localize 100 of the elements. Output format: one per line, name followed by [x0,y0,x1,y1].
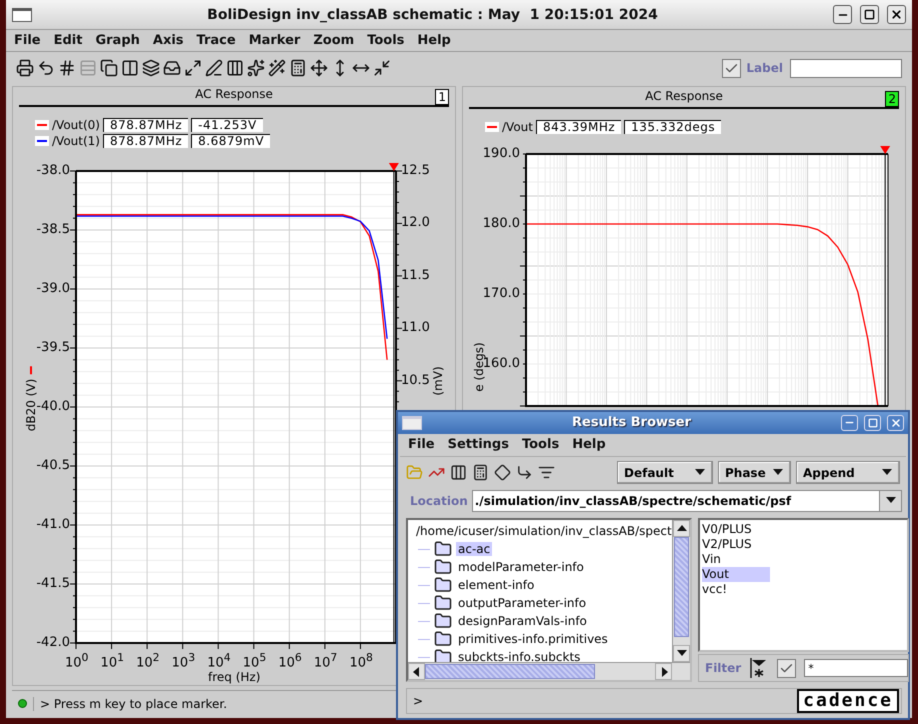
tick-label: 10$^{1}$ [100,650,124,672]
filter-label: Filter [705,661,742,675]
signal-item[interactable]: Vout [702,567,770,582]
pen-icon[interactable] [205,59,223,77]
calculator-icon[interactable] [472,464,489,482]
checkbox-label: Label [746,61,783,75]
tick-label: -41.0 [36,517,70,533]
marker-value: 135.332degs [624,120,722,134]
columns-icon[interactable] [226,59,244,77]
tree-item[interactable]: subckts-info.subckts [456,650,582,662]
close-button[interactable] [887,5,906,24]
menu-item[interactable]: File [408,437,435,452]
columns-icon[interactable] [450,464,467,482]
marker-value: 8.6879mV [191,134,270,148]
tree-item[interactable]: ac-ac [456,542,492,556]
expand-icon[interactable] [184,59,202,77]
menu-item[interactable]: Marker [248,33,300,48]
menu-item[interactable]: Graph [95,33,140,48]
menu-item[interactable]: Tools [522,437,560,452]
dropdown[interactable]: Phase [718,461,791,484]
scroll-thumb[interactable] [425,664,595,679]
horizontal-scrollbar[interactable] [408,662,690,680]
tree-item[interactable]: primitives-info.primitives [456,632,610,646]
menu-item[interactable]: Edit [54,33,82,48]
maximize-button[interactable] [860,5,879,24]
grid-icon[interactable] [58,59,76,77]
marker-icon[interactable] [880,146,890,154]
tick-label: 10$^{6}$ [278,650,302,672]
menu-item[interactable]: Trace [196,33,236,48]
menu-item[interactable]: Help [417,33,451,48]
tick-label: 12.0 [401,215,430,232]
panel-number[interactable]: 2 [885,91,899,107]
dropdown[interactable]: Default [617,461,713,484]
trace-name: /Vout(0) [52,118,100,132]
menu-item[interactable]: Tools [367,33,404,48]
trace-name: /Vout [502,120,533,134]
tree-item[interactable]: outputParameter-info [456,596,588,610]
tray-icon[interactable] [163,59,181,77]
diamond-icon[interactable] [494,464,511,482]
layers-icon[interactable] [142,59,160,77]
tick-label: 11.0 [401,320,430,336]
tree-item[interactable]: modelParameter-info [456,560,586,574]
tree-item[interactable]: element-info [456,578,536,592]
axis-title: (mV) [431,366,445,396]
folder-icon [434,540,452,558]
copy-icon[interactable] [100,59,118,77]
menu-item[interactable]: File [14,33,41,48]
menu-item[interactable]: Settings [448,437,509,452]
dropdown[interactable]: Append [796,461,900,484]
tick-label: 10$^{3}$ [172,650,196,672]
menu-item[interactable]: Axis [152,33,184,48]
scroll-thumb[interactable] [674,537,689,637]
tick-label: -42.0 [36,635,70,651]
tick-label: 10$^{5}$ [242,650,266,672]
tick-label: -39.5 [36,340,70,356]
tick-label: -40.5 [36,458,70,474]
axis-title: e (degs) [472,342,486,392]
vertical-scrollbar[interactable] [672,520,690,662]
tick-label: -39.0 [36,281,70,297]
marker-value: 878.87MHz [102,134,188,148]
wand-icon[interactable] [268,59,286,77]
signal-item[interactable]: Vin [702,552,770,567]
folder-icon [434,576,452,594]
tick-label: 10$^{7}$ [314,650,338,672]
menu-item[interactable]: Zoom [313,33,354,48]
checkbox[interactable] [722,58,742,78]
legend-swatch [35,120,49,130]
tick-label: 10$^{8}$ [349,650,373,672]
undo-icon[interactable] [37,59,55,77]
axis-color-mark [30,366,32,375]
label-field[interactable] [790,58,902,78]
marker-value: -41.253V [191,118,263,132]
printer-icon[interactable] [16,59,34,77]
location-field[interactable]: ./simulation/inv_classAB/spectre/schematic/psf [472,490,902,512]
columns-icon[interactable] [121,59,139,77]
tick-label: 12.5 [401,163,430,179]
minimize-button[interactable] [833,5,852,24]
move-icon[interactable] [310,59,328,77]
close-icon [890,416,902,429]
sparkle-icon[interactable] [247,59,265,77]
tree-item[interactable]: designParamVals-info [456,614,589,628]
panel-title: AC Response [195,87,273,103]
signal-item[interactable]: V2/PLUS [702,537,770,552]
command-prompt: > [413,694,424,708]
axis-title: freq (Hz) [208,669,260,685]
window-icon [12,8,32,22]
calculator-icon[interactable] [289,59,307,77]
menu-item[interactable]: Help [572,437,606,452]
logo: cadence [797,689,899,713]
tree-item[interactable]: /home/icuser/simulation/inv_classAB/spect [414,524,672,538]
tick-label: -40.0 [36,399,70,415]
panel-number[interactable]: 1 [435,89,449,105]
signal-item[interactable]: V0/PLUS [702,522,770,537]
signal-item[interactable]: vcc! [702,582,770,597]
filter-field[interactable]: * [804,659,908,677]
checkbox[interactable] [777,658,796,678]
marker-icon[interactable] [388,163,399,171]
shrink-icon[interactable] [373,59,391,77]
tick-label: -41.5 [36,576,70,592]
folder-icon [434,648,452,662]
